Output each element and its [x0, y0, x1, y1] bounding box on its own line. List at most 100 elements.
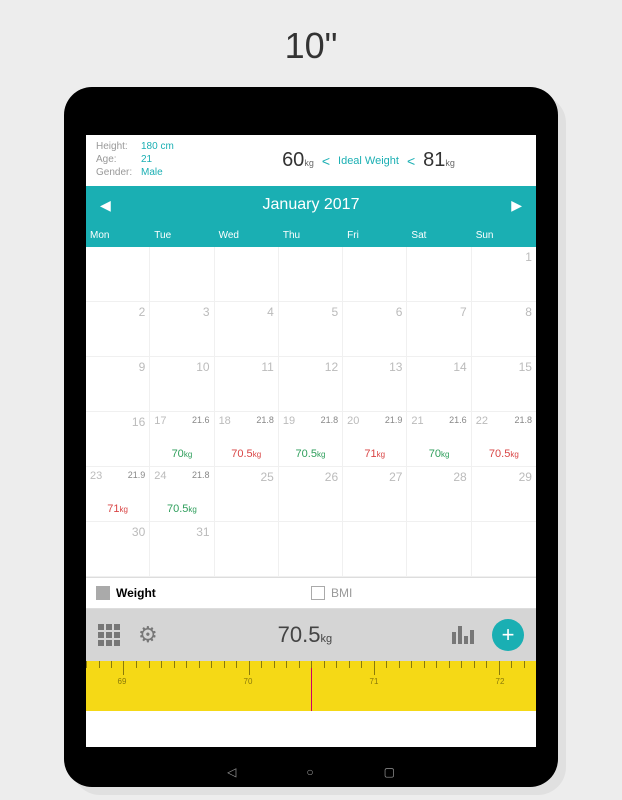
bmi-toggle[interactable]: BMI — [311, 586, 526, 600]
calendar-day[interactable]: 1821.870.5kg — [215, 412, 279, 467]
ruler-tick — [461, 661, 462, 668]
weekday-label: Fri — [343, 224, 407, 247]
home-button[interactable]: ○ — [306, 765, 313, 779]
weight-value: 70kg — [150, 448, 213, 460]
ruler-tick — [174, 661, 175, 668]
calendar-day[interactable]: 2221.870.5kg — [472, 412, 536, 467]
calendar-day[interactable]: 2421.870.5kg — [150, 467, 214, 522]
ruler-tick — [86, 661, 87, 668]
calendar-day[interactable] — [215, 522, 279, 577]
day-number: 23 — [90, 470, 102, 482]
calendar-day[interactable] — [407, 522, 471, 577]
ruler-tick — [386, 661, 387, 668]
calendar-day[interactable]: 25 — [215, 467, 279, 522]
weight-value: 70.5kg — [150, 503, 213, 515]
add-button[interactable]: + — [492, 619, 524, 651]
calendar-day[interactable] — [407, 247, 471, 302]
day-number: 28 — [453, 470, 466, 484]
current-weight-display: 70.5kg — [176, 622, 434, 648]
calendar-day[interactable]: 3 — [150, 302, 214, 357]
less-than-icon: < — [407, 153, 415, 169]
bmi-toggle-label: BMI — [331, 586, 352, 600]
calendar-day[interactable]: 12 — [279, 357, 343, 412]
day-number: 17 — [154, 415, 166, 427]
calendar-day[interactable]: 2021.971kg — [343, 412, 407, 467]
calendar-day[interactable]: 8 — [472, 302, 536, 357]
calendar-day[interactable]: 7 — [407, 302, 471, 357]
calendar-day[interactable] — [279, 522, 343, 577]
current-weight-value: 70.5 — [278, 622, 321, 647]
next-month-button[interactable]: ▶ — [511, 197, 522, 214]
ruler-tick — [311, 661, 312, 668]
ruler-label: 72 — [496, 677, 505, 686]
ruler-tick — [324, 661, 325, 668]
ruler-tick — [299, 661, 300, 668]
weight-value: 70.5kg — [472, 448, 536, 460]
height-value[interactable]: 180 cm — [141, 141, 174, 152]
ruler-slider[interactable]: 69707172 — [86, 661, 536, 711]
bmi-value: 21.8 — [514, 415, 532, 425]
weekday-label: Tue — [150, 224, 214, 247]
prev-month-button[interactable]: ◀ — [100, 197, 111, 214]
calendar-day[interactable]: 9 — [86, 357, 150, 412]
calendar-day[interactable]: 6 — [343, 302, 407, 357]
calendar-day[interactable] — [86, 247, 150, 302]
calendar-day[interactable] — [343, 522, 407, 577]
calendar-day[interactable] — [150, 247, 214, 302]
calendar-day[interactable]: 15 — [472, 357, 536, 412]
day-number: 25 — [260, 470, 273, 484]
day-number: 8 — [525, 305, 532, 319]
bmi-value: 21.9 — [128, 470, 146, 480]
day-number: 16 — [132, 415, 145, 429]
calendar-day[interactable] — [215, 247, 279, 302]
bottom-bar: ⚙ 70.5kg + — [86, 609, 536, 661]
ruler-tick — [249, 661, 250, 675]
calendar-day[interactable]: 28 — [407, 467, 471, 522]
weight-value: 70kg — [407, 448, 470, 460]
gender-value[interactable]: Male — [141, 167, 163, 178]
calendar-day[interactable]: 1921.870.5kg — [279, 412, 343, 467]
calendar-day[interactable]: 14 — [407, 357, 471, 412]
chart-button[interactable] — [452, 626, 474, 644]
day-number: 30 — [132, 525, 145, 539]
calendar-day[interactable]: 1721.670kg — [150, 412, 214, 467]
calendar-day[interactable] — [279, 247, 343, 302]
weekday-label: Mon — [86, 224, 150, 247]
day-number: 15 — [519, 360, 532, 374]
calendar-day[interactable]: 4 — [215, 302, 279, 357]
calendar-day[interactable]: 29 — [472, 467, 536, 522]
calendar-day[interactable]: 26 — [279, 467, 343, 522]
ruler-tick — [399, 661, 400, 668]
calendar-day[interactable]: 2321.971kg — [86, 467, 150, 522]
calendar-day[interactable]: 2 — [86, 302, 150, 357]
calendar-day[interactable]: 16 — [86, 412, 150, 467]
age-value[interactable]: 21 — [141, 154, 152, 165]
calendar-day[interactable]: 31 — [150, 522, 214, 577]
ruler-tick — [224, 661, 225, 668]
calendar-day[interactable]: 11 — [215, 357, 279, 412]
overview-button[interactable]: ▢ — [384, 765, 395, 779]
bmi-value: 21.9 — [385, 415, 403, 425]
calendar-day[interactable] — [472, 522, 536, 577]
calendar-day[interactable]: 2121.670kg — [407, 412, 471, 467]
page-title: 10" — [0, 0, 622, 87]
settings-button[interactable]: ⚙ — [138, 622, 158, 648]
calendar-day[interactable]: 10 — [150, 357, 214, 412]
plus-icon: + — [502, 622, 515, 648]
ruler-tick — [149, 661, 150, 668]
weight-toggle[interactable]: Weight — [96, 586, 311, 600]
ruler-tick — [511, 661, 512, 668]
back-button[interactable]: ◁ — [227, 765, 236, 779]
grid-view-button[interactable] — [98, 624, 120, 646]
calendar-day[interactable]: 27 — [343, 467, 407, 522]
ruler-tick — [274, 661, 275, 668]
calendar-day[interactable]: 13 — [343, 357, 407, 412]
calendar-day[interactable]: 5 — [279, 302, 343, 357]
calendar-day[interactable]: 1 — [472, 247, 536, 302]
calendar-day[interactable] — [343, 247, 407, 302]
ruler-tick — [449, 661, 450, 668]
weekday-label: Wed — [215, 224, 279, 247]
less-than-icon: < — [322, 153, 330, 169]
ruler-tick — [424, 661, 425, 668]
calendar-day[interactable]: 30 — [86, 522, 150, 577]
